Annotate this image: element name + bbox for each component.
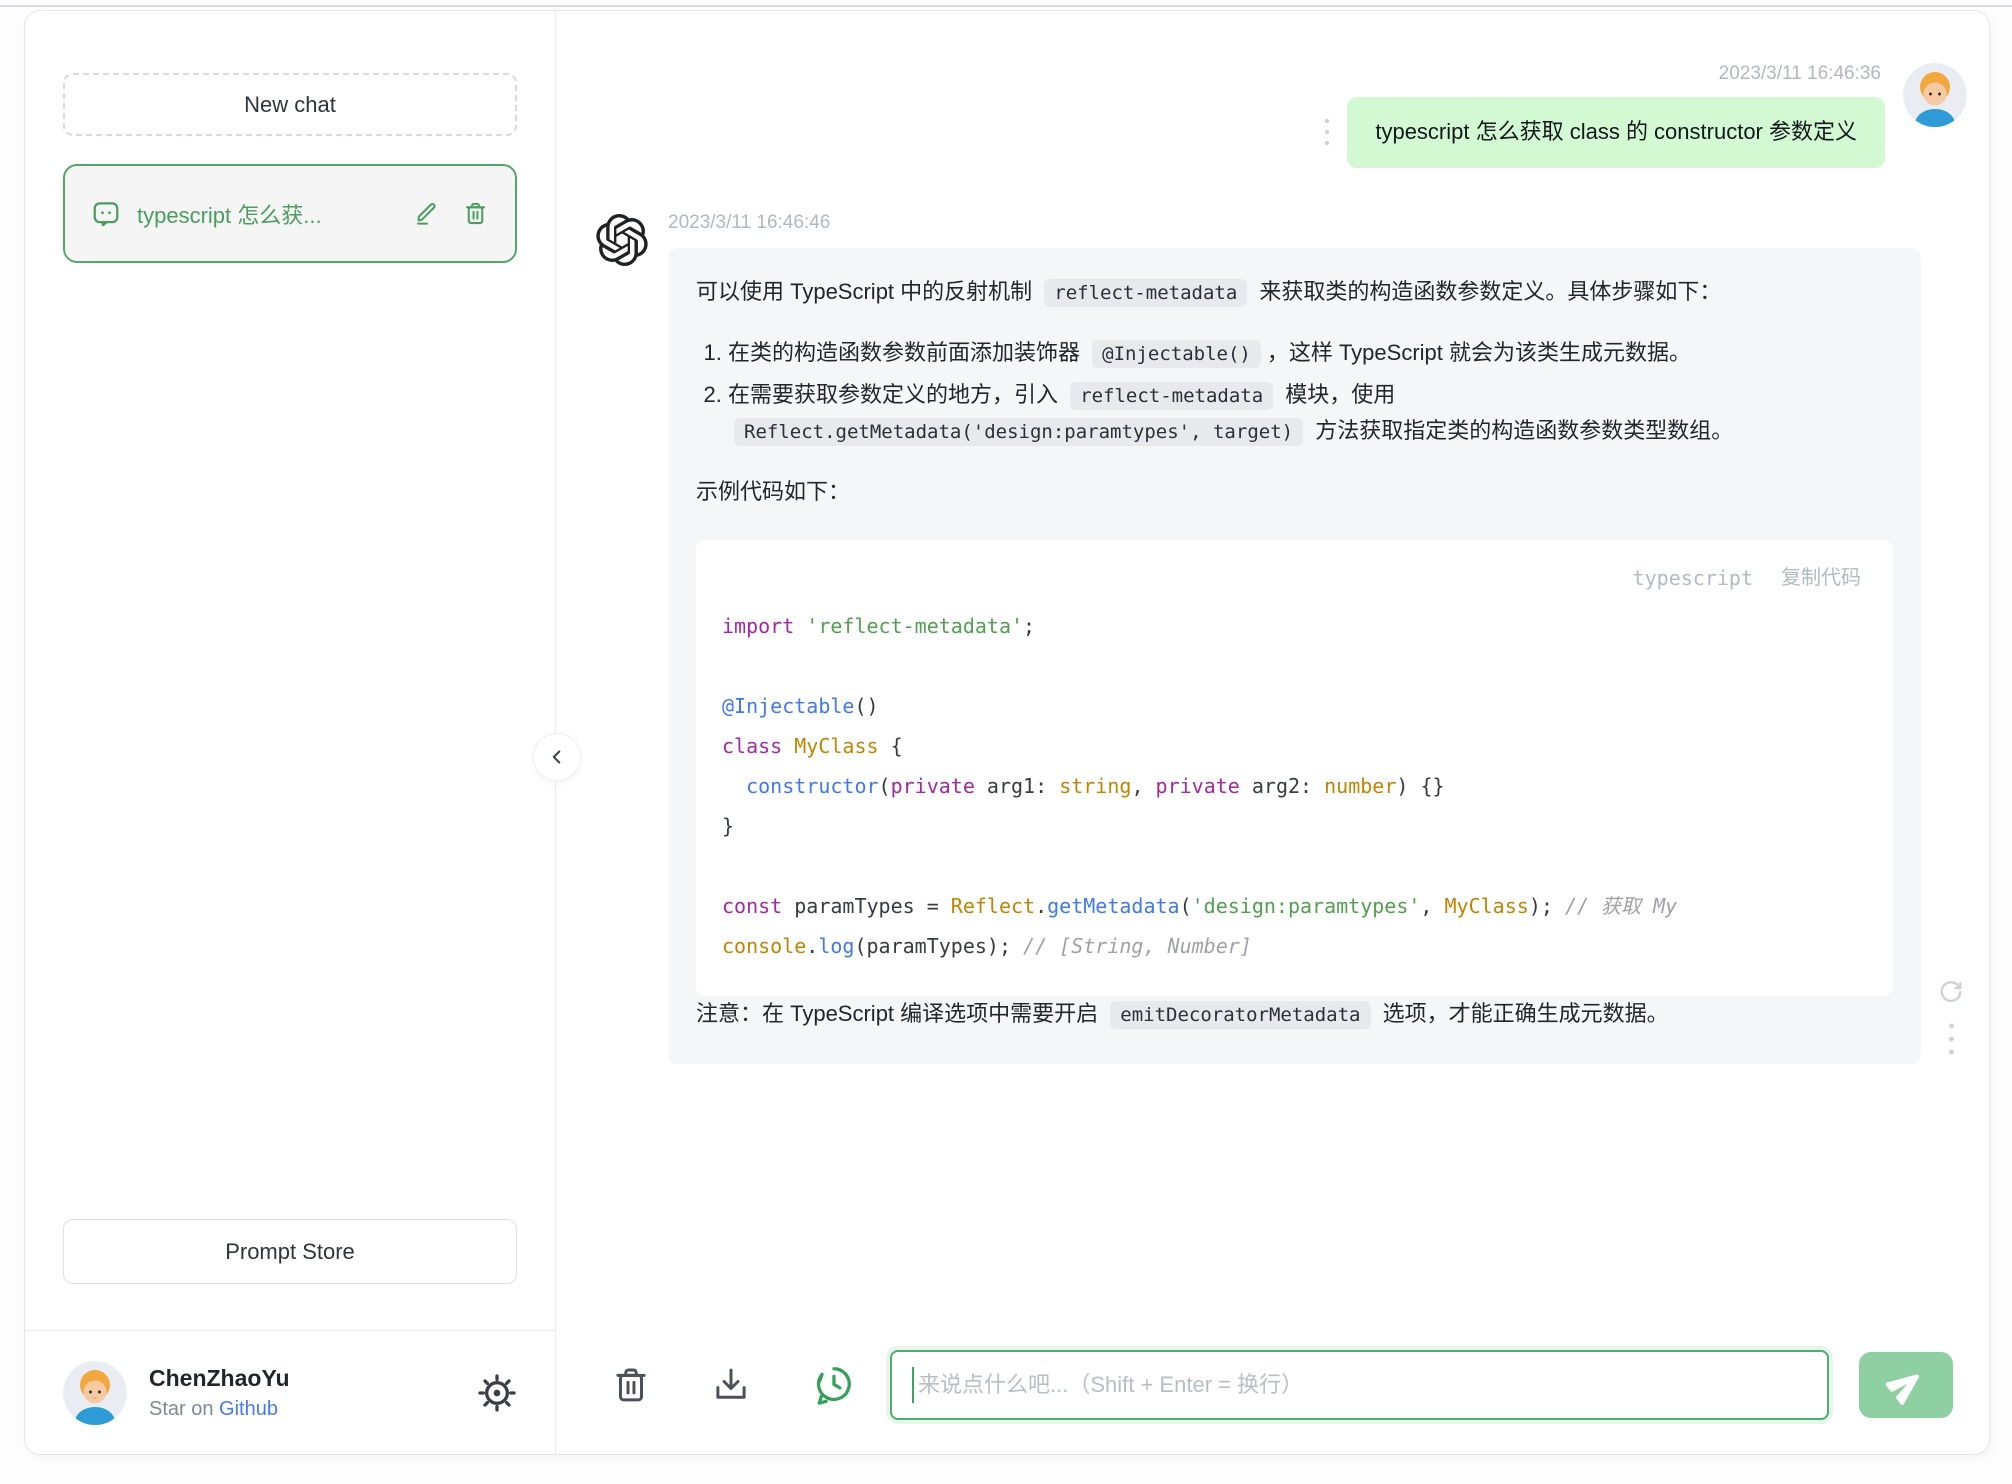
user-message-avatar	[1903, 63, 1967, 127]
chat-scroll-area[interactable]: 2023/3/11 16:46:36 typescript 怎么获取 class…	[556, 11, 1989, 1332]
prompt-store-button[interactable]: Prompt Store	[63, 1219, 517, 1284]
assistant-message-column: 2023/3/11 16:46:46 可以使用 TypeScript 中的反射机…	[668, 212, 1967, 1064]
github-link[interactable]: Github	[219, 1398, 278, 1420]
regenerate-icon[interactable]	[1937, 978, 1965, 1006]
code-line: constructor(private arg1: string, privat…	[746, 774, 1445, 799]
assistant-message-timestamp: 2023/3/11 16:46:46	[668, 211, 831, 233]
assistant-step-item: 在类的构造函数参数前面添加装饰器 @Injectable()，这样 TypeSc…	[728, 335, 1893, 371]
assistant-note-paragraph: 注意：在 TypeScript 编译选项中需要开启 emitDecoratorM…	[696, 996, 1893, 1032]
code-line: import 'reflect-metadata';	[722, 614, 1036, 639]
send-button[interactable]	[1859, 1352, 1953, 1418]
chevron-left-icon	[546, 746, 568, 768]
sidebar-collapse-button[interactable]	[533, 733, 581, 781]
inline-code: reflect-metadata	[1044, 278, 1248, 307]
prompt-store-label: Prompt Store	[225, 1238, 355, 1264]
user-message-row: 2023/3/11 16:46:36 typescript 怎么获取 class…	[596, 63, 1967, 168]
message-bubble-icon	[91, 199, 121, 229]
user-message-menu-icon[interactable]	[1323, 115, 1331, 149]
user-message-bubble: typescript 怎么获取 class 的 constructor 参数定义	[1347, 97, 1885, 168]
paper-plane-icon	[1885, 1368, 1923, 1406]
user-message-column: 2023/3/11 16:46:36 typescript 怎么获取 class…	[1323, 63, 1885, 168]
user-avatar	[63, 1360, 127, 1425]
history-context-icon[interactable]	[810, 1362, 856, 1408]
code-language-label: typescript	[1632, 565, 1753, 590]
assistant-steps-list: 在类的构造函数参数前面添加装饰器 @Injectable()，这样 TypeSc…	[696, 335, 1893, 448]
message-menu-icon[interactable]	[1947, 1020, 1956, 1058]
conversation-actions	[413, 200, 489, 227]
chat-main: 2023/3/11 16:46:36 typescript 怎么获取 class…	[556, 11, 1989, 1454]
sidebar-top: New chat typescript 怎么获...	[25, 11, 555, 263]
sidebar: New chat typescript 怎么获... Prompt Store …	[25, 11, 556, 1454]
delete-conversation-icon[interactable]	[462, 200, 489, 227]
assistant-step-item: 在需要获取参数定义的地方，引入 reflect-metadata 模块，使用 R…	[728, 377, 1893, 448]
settings-button[interactable]	[477, 1373, 517, 1413]
sidebar-item-conversation[interactable]: typescript 怎么获...	[63, 164, 517, 263]
code-line: const paramTypes = Reflect.getMetadata('…	[722, 894, 1678, 919]
inline-code: reflect-metadata	[1070, 382, 1274, 411]
new-chat-button[interactable]: New chat	[63, 73, 517, 136]
message-input-wrap	[890, 1350, 1829, 1420]
app-window: New chat typescript 怎么获... Prompt Store …	[0, 0, 2012, 1484]
assistant-message-bubble: 可以使用 TypeScript 中的反射机制 reflect-metadata …	[668, 247, 1921, 1064]
user-message-line: typescript 怎么获取 class 的 constructor 参数定义	[1323, 97, 1885, 168]
assistant-message-line: 可以使用 TypeScript 中的反射机制 reflect-metadata …	[668, 247, 1967, 1064]
user-name: ChenZhaoYu	[149, 1364, 290, 1391]
assistant-example-intro: 示例代码如下：	[696, 479, 851, 505]
code-block: typescript 复制代码 import 'reflect-metadata…	[696, 539, 1893, 997]
composer-tools	[610, 1362, 856, 1408]
user-message-timestamp: 2023/3/11 16:46:36	[1718, 63, 1881, 84]
code-line: @Injectable()	[722, 694, 879, 719]
text-caret	[912, 1367, 914, 1403]
assistant-message-actions	[1935, 978, 1967, 1064]
conversation-title: typescript 怎么获...	[137, 202, 322, 228]
inline-code: @Injectable()	[1092, 340, 1261, 369]
chatgpt-web-app: New chat typescript 怎么获... Prompt Store …	[24, 10, 1990, 1455]
sidebar-footer: ChenZhaoYu Star on Github	[25, 1330, 555, 1454]
user-meta: ChenZhaoYu Star on Github	[149, 1365, 290, 1421]
edit-conversation-icon[interactable]	[413, 200, 440, 227]
composer-bar	[556, 1332, 1989, 1454]
assistant-intro-paragraph: 可以使用 TypeScript 中的反射机制 reflect-metadata …	[696, 274, 1893, 310]
clear-conversation-icon[interactable]	[610, 1364, 652, 1406]
inline-code: Reflect.getMetadata('design:paramtypes',…	[734, 417, 1304, 446]
copy-code-button[interactable]: 复制代码	[1781, 562, 1861, 594]
code-line: console.log(paramTypes); // [String, Num…	[722, 934, 1252, 959]
user-subtitle: Star on Github	[149, 1398, 290, 1421]
new-chat-label: New chat	[244, 91, 336, 117]
star-on-text: Star on	[149, 1397, 220, 1420]
code-block-header: typescript 复制代码	[722, 554, 1867, 606]
assistant-message-row: 2023/3/11 16:46:46 可以使用 TypeScript 中的反射机…	[596, 212, 1967, 1064]
conversation-list-spacer	[25, 263, 555, 1219]
window-top-edge	[0, 5, 2012, 7]
code-content: import 'reflect-metadata'; @Injectable()…	[722, 606, 1867, 966]
openai-logo-icon	[596, 212, 648, 271]
code-line: class MyClass {	[722, 734, 903, 759]
message-input[interactable]	[890, 1350, 1829, 1420]
export-download-icon[interactable]	[710, 1364, 752, 1406]
code-line: }	[722, 814, 735, 839]
inline-code: emitDecoratorMetadata	[1110, 1001, 1371, 1030]
